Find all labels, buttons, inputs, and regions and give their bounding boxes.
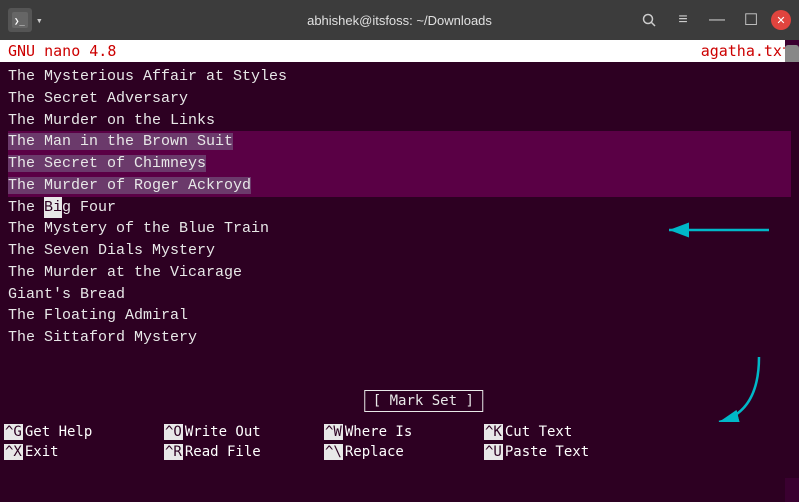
key-ctrl-r: ^R — [164, 444, 183, 460]
footer-row-2: ^X Exit ^R Read File ^\ Replace ^U Paste… — [0, 442, 799, 462]
line-3: The Murder on the Links — [8, 110, 791, 132]
label-where-is: Where Is — [345, 424, 412, 440]
annotation-arrow-1 — [659, 210, 779, 255]
nano-version-label: GNU nano 4.8 — [8, 42, 116, 60]
titlebar: ❯_ ▾ abhishek@itsfoss: ~/Downloads ≡ — ☐… — [0, 0, 799, 40]
mark-set-tooltip: [ Mark Set ] — [364, 390, 483, 412]
line-6: The Murder of Roger Ackroyd — [8, 175, 791, 197]
footer-item-exit: ^X Exit — [0, 444, 160, 460]
titlebar-dropdown-chevron[interactable]: ▾ — [36, 14, 43, 27]
footer-row-1: ^G Get Help ^O Write Out ^W Where Is ^K … — [0, 422, 799, 442]
titlebar-left: ❯_ ▾ — [8, 8, 43, 32]
svg-text:❯_: ❯_ — [14, 17, 25, 27]
terminal-icon: ❯_ — [8, 8, 32, 32]
close-button[interactable]: ✕ — [771, 10, 791, 30]
nano-header: GNU nano 4.8 agatha.txt — [0, 40, 799, 62]
annotation-arrow-2 — [699, 352, 779, 422]
search-button[interactable] — [635, 6, 663, 34]
label-read-file: Read File — [185, 444, 261, 460]
line-5: The Secret of Chimneys — [8, 153, 791, 175]
label-get-help: Get Help — [25, 424, 92, 440]
label-cut-text: Cut Text — [505, 424, 572, 440]
line-12: The Floating Admiral — [8, 305, 791, 327]
footer-item-replace: ^\ Replace — [320, 444, 480, 460]
footer-item-cut-text: ^K Cut Text — [480, 424, 640, 440]
label-write-out: Write Out — [185, 424, 261, 440]
footer: ^G Get Help ^O Write Out ^W Where Is ^K … — [0, 422, 799, 478]
label-exit: Exit — [25, 444, 59, 460]
key-ctrl-x: ^X — [4, 444, 23, 460]
footer-item-get-help: ^G Get Help — [0, 424, 160, 440]
editor-area[interactable]: The Mysterious Affair at Styles The Secr… — [0, 62, 799, 422]
text-cursor: Bi — [44, 197, 62, 219]
footer-item-where-is: ^W Where Is — [320, 424, 480, 440]
line-10: The Murder at the Vicarage — [8, 262, 791, 284]
footer-item-read-file: ^R Read File — [160, 444, 320, 460]
titlebar-controls: ≡ — ☐ ✕ — [635, 6, 791, 34]
key-ctrl-backslash: ^\ — [324, 444, 343, 460]
key-ctrl-o: ^O — [164, 424, 183, 440]
key-ctrl-g: ^G — [4, 424, 23, 440]
key-ctrl-w: ^W — [324, 424, 343, 440]
maximize-button[interactable]: ☐ — [737, 6, 765, 34]
key-ctrl-k: ^K — [484, 424, 503, 440]
line-2: The Secret Adversary — [8, 88, 791, 110]
footer-item-paste-text: ^U Paste Text — [480, 444, 640, 460]
label-replace: Replace — [345, 444, 404, 460]
nano-filename-label: agatha.txt — [701, 42, 791, 60]
key-ctrl-u: ^U — [484, 444, 503, 460]
line-4: The Man in the Brown Suit — [8, 131, 791, 153]
line-1: The Mysterious Affair at Styles — [8, 66, 791, 88]
titlebar-title: abhishek@itsfoss: ~/Downloads — [307, 13, 492, 28]
label-paste-text: Paste Text — [505, 444, 589, 460]
minimize-button[interactable]: — — [703, 6, 731, 34]
menu-button[interactable]: ≡ — [669, 6, 697, 34]
line-13: The Sittaford Mystery — [8, 327, 791, 349]
footer-item-write-out: ^O Write Out — [160, 424, 320, 440]
line-11: Giant's Bread — [8, 284, 791, 306]
